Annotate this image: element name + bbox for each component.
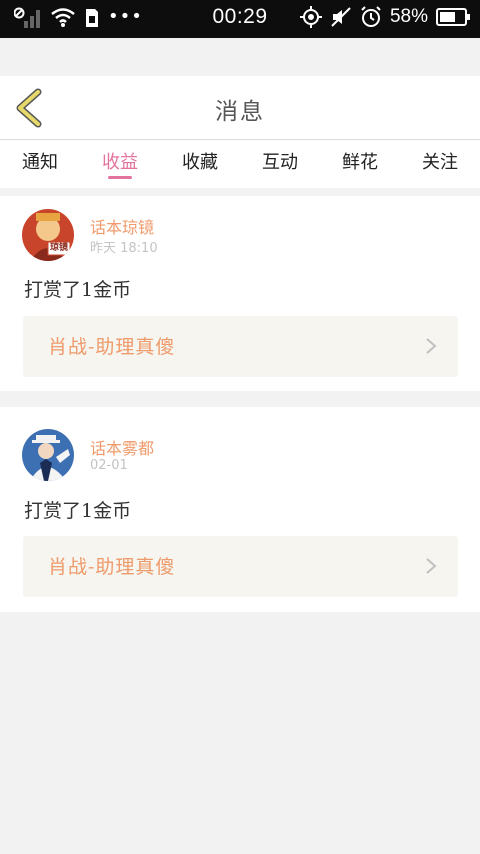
status-bar: ••• 00:29 58% xyxy=(0,0,480,38)
tab-bar: 通知 收益 收藏 互动 鲜花 关注 xyxy=(0,140,480,188)
message-text: 打赏了1金币 xyxy=(24,500,132,522)
message-text: 打赏了1金币 xyxy=(24,279,132,301)
location-target-icon xyxy=(299,6,322,28)
work-link-title: 肖战-助理真傻 xyxy=(48,556,176,578)
active-tab-indicator xyxy=(108,176,132,179)
avatar[interactable]: 琼镜 xyxy=(22,209,74,261)
chevron-right-icon xyxy=(426,338,437,354)
mute-icon xyxy=(331,7,351,27)
tab-following[interactable]: 关注 xyxy=(400,148,480,174)
page-title: 消息 xyxy=(215,99,265,125)
work-link-title: 肖战-助理真傻 xyxy=(48,336,176,358)
username[interactable]: 话本琼镜 xyxy=(90,214,154,238)
tab-flowers[interactable]: 鲜花 xyxy=(320,148,400,174)
work-link[interactable]: 肖战-助理真傻 xyxy=(23,316,458,377)
message-time: 昨天 18:10 xyxy=(90,241,158,256)
avatar-image xyxy=(22,429,74,481)
message-time: 02-01 xyxy=(90,458,128,473)
tab-notice[interactable]: 通知 xyxy=(0,148,80,174)
message-card: 琼镜 话本琼镜 昨天 18:10 打赏了1金币 肖战-助理真傻 xyxy=(0,196,480,391)
tab-earnings[interactable]: 收益 xyxy=(80,148,160,174)
work-link[interactable]: 肖战-助理真傻 xyxy=(23,536,458,597)
chevron-right-icon xyxy=(426,558,437,574)
avatar-badge-text: 琼镜 xyxy=(49,243,68,253)
battery-icon xyxy=(436,8,470,26)
battery-percent: 58% xyxy=(389,6,428,27)
alarm-icon xyxy=(361,6,381,27)
status-right-icons: 58% xyxy=(299,6,470,28)
navigation-header: 消息 xyxy=(0,76,480,140)
avatar[interactable] xyxy=(22,429,74,481)
tab-favorites[interactable]: 收藏 xyxy=(160,148,240,174)
message-card: 话本雾都 02-01 打赏了1金币 肖战-助理真傻 xyxy=(0,407,480,612)
tab-interaction[interactable]: 互动 xyxy=(240,148,320,174)
username[interactable]: 话本雾都 xyxy=(90,435,154,459)
